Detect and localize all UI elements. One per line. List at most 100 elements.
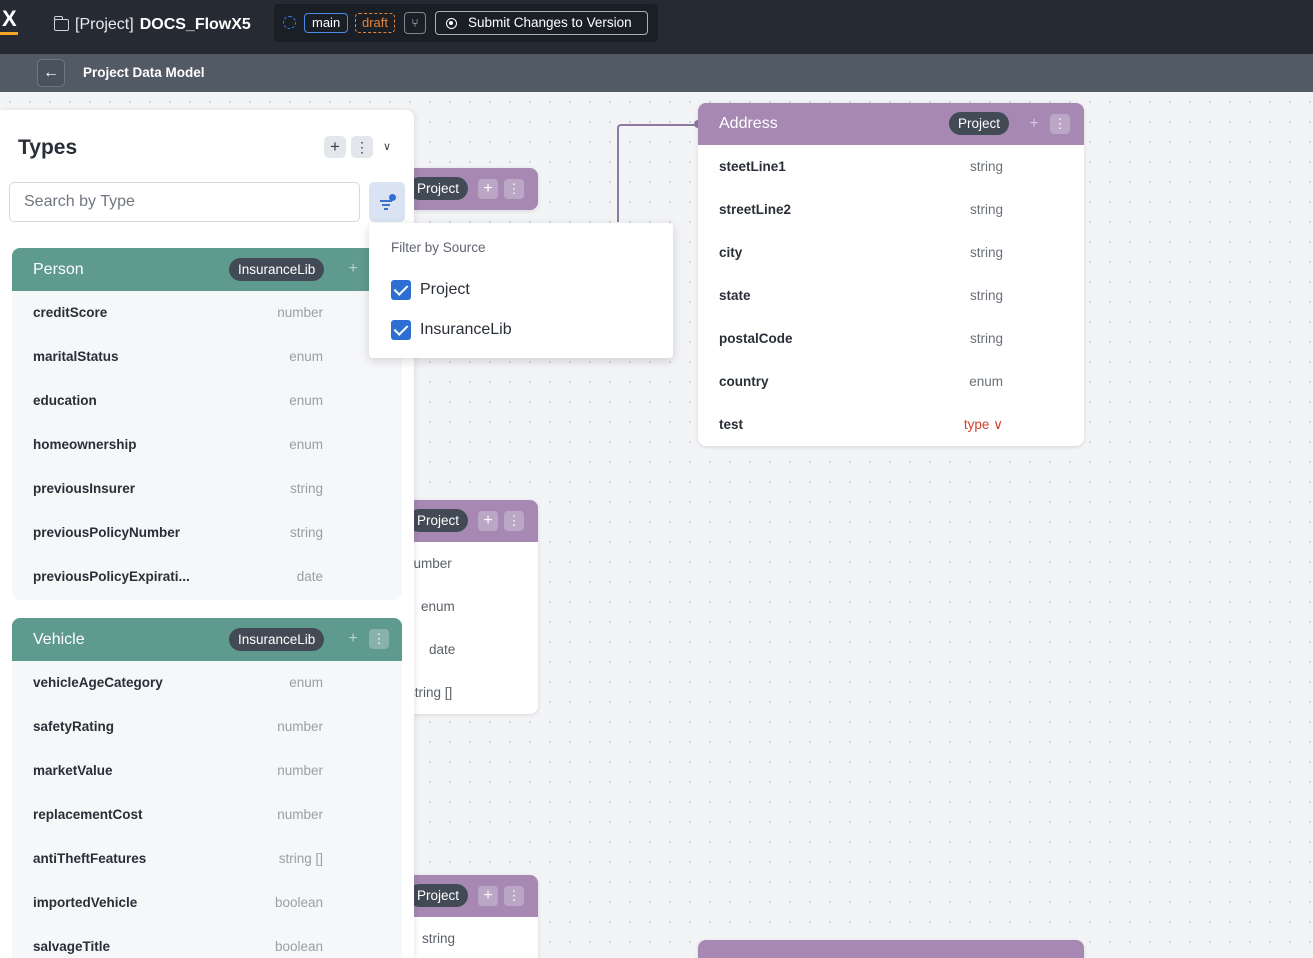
card-header: Project + ⋮ — [414, 168, 538, 210]
field-name: country — [719, 374, 769, 389]
field-row[interactable]: country enum — [698, 360, 1084, 403]
submit-changes-label: Submit Changes to Version — [468, 15, 632, 30]
checkbox-checked-icon[interactable] — [391, 280, 411, 300]
more-options-icon[interactable]: ⋮ — [504, 511, 524, 531]
relation-connector — [617, 124, 701, 222]
source-badge: Project — [414, 177, 469, 200]
field-row[interactable]: antiTheftFeatures string [] — [12, 837, 402, 881]
app-logo[interactable]: X — [0, 8, 22, 35]
type-card-partial[interactable]: Project + ⋮ string — [414, 875, 538, 958]
field-name: postalCode — [719, 331, 793, 346]
field-row[interactable]: city string — [698, 231, 1084, 274]
back-arrow-icon[interactable]: ← — [37, 59, 65, 87]
filter-option-insurancelib[interactable]: InsuranceLib — [391, 319, 512, 341]
more-options-icon[interactable]: ⋮ — [504, 886, 524, 906]
field-row[interactable]: number — [414, 542, 538, 585]
field-type: enum — [289, 393, 323, 408]
field-row[interactable]: previousPolicyExpirati... date — [12, 555, 402, 599]
field-type: number — [277, 719, 323, 734]
add-field-icon[interactable]: + — [478, 179, 498, 199]
field-type: string — [969, 202, 1003, 217]
field-type: number — [277, 807, 323, 822]
field-type: number — [414, 556, 452, 571]
type-card-person[interactable]: Person InsuranceLib + creditScore number … — [12, 248, 402, 600]
field-name: importedVehicle — [33, 895, 138, 910]
field-row[interactable]: test type ∨ — [698, 403, 1084, 446]
checkbox-checked-icon[interactable] — [391, 320, 411, 340]
field-name: previousInsurer — [33, 481, 136, 496]
field-type: enum — [289, 675, 323, 690]
branch-icon[interactable]: ⑂ — [404, 12, 426, 34]
field-name: steetLine1 — [719, 159, 786, 174]
card-header: Vehicle InsuranceLib + ⋮ — [12, 618, 402, 661]
project-title: [Project] DOCS_FlowX5 — [53, 14, 251, 36]
field-row[interactable]: homeownership enum — [12, 423, 402, 467]
field-row[interactable]: date — [414, 628, 538, 671]
more-options-icon[interactable]: ⋮ — [1050, 114, 1070, 134]
project-prefix: [Project] — [75, 16, 134, 33]
panel-more-icon[interactable]: ⋮ — [351, 136, 373, 158]
field-row[interactable]: salvageTitle boolean — [12, 925, 402, 958]
add-field-icon[interactable]: + — [1024, 114, 1044, 134]
field-row[interactable]: safetyRating number — [12, 705, 402, 749]
field-row[interactable]: importedVehicle boolean — [12, 881, 402, 925]
field-row[interactable]: maritalStatus enum — [12, 335, 402, 379]
add-field-icon[interactable]: + — [343, 629, 363, 649]
field-type: string — [289, 525, 323, 540]
card-title: Person — [33, 261, 84, 278]
filter-icon[interactable] — [369, 182, 405, 222]
field-row[interactable]: streetLine2 string — [698, 188, 1084, 231]
field-type: string — [969, 288, 1003, 303]
type-card-partial[interactable]: Project + ⋮ — [414, 168, 538, 210]
add-field-icon[interactable]: + — [478, 886, 498, 906]
sub-header: ← Project Data Model — [0, 54, 1313, 92]
search-input[interactable] — [9, 182, 360, 222]
field-row[interactable]: steetLine1 string — [698, 145, 1084, 188]
field-name: creditScore — [33, 305, 108, 320]
filter-option-project[interactable]: Project — [391, 279, 470, 301]
add-type-icon[interactable]: + — [324, 136, 346, 158]
field-name: maritalStatus — [33, 349, 119, 364]
branch-tag[interactable]: main — [304, 13, 349, 33]
field-row[interactable]: previousPolicyNumber string — [12, 511, 402, 555]
card-title: Address — [719, 115, 778, 132]
field-row[interactable]: marketValue number — [12, 749, 402, 793]
field-row[interactable]: enum — [414, 585, 538, 628]
filter-option-label: Project — [420, 281, 470, 298]
type-card-partial[interactable] — [698, 940, 1084, 958]
chevron-down-icon[interactable]: ∨ — [379, 136, 395, 158]
field-type: string — [422, 931, 456, 946]
field-row[interactable]: creditScore number — [12, 291, 402, 335]
field-type: string — [969, 245, 1003, 260]
type-card-partial[interactable]: Project + ⋮ number enum date string [] — [414, 500, 538, 714]
add-field-icon[interactable]: + — [478, 511, 498, 531]
field-row[interactable]: state string — [698, 274, 1084, 317]
type-card-address[interactable]: Address Project + ⋮ steetLine1 string str… — [698, 103, 1084, 446]
add-field-icon[interactable]: + — [343, 259, 363, 279]
folder-icon — [53, 16, 69, 31]
source-badge: InsuranceLib — [229, 258, 325, 281]
more-options-icon[interactable]: ⋮ — [504, 179, 524, 199]
field-name: replacementCost — [33, 807, 143, 822]
page-title: Project Data Model — [83, 65, 205, 80]
filter-popover: Filter by Source Project InsuranceLib — [369, 223, 673, 358]
source-badge: Project — [414, 884, 469, 907]
field-row[interactable]: string — [414, 917, 538, 958]
field-type: number — [277, 305, 323, 320]
submit-changes-button[interactable]: Submit Changes to Version — [435, 11, 648, 35]
field-row[interactable]: vehicleAgeCategory enum — [12, 661, 402, 705]
field-type: string — [969, 159, 1003, 174]
field-row[interactable]: postalCode string — [698, 317, 1084, 360]
type-select-dropdown[interactable]: type ∨ — [964, 417, 1003, 433]
source-badge: Project — [414, 509, 469, 532]
field-row[interactable]: string [] — [414, 671, 538, 714]
types-panel: Types + ⋮ ∨ Person InsuranceLib + credit… — [0, 110, 414, 958]
field-row[interactable]: replacementCost number — [12, 793, 402, 837]
field-type: string — [969, 331, 1003, 346]
field-row[interactable]: education enum — [12, 379, 402, 423]
type-card-vehicle[interactable]: Vehicle InsuranceLib + ⋮ vehicleAgeCateg… — [12, 618, 402, 958]
field-row[interactable]: previousInsurer string — [12, 467, 402, 511]
more-options-icon[interactable]: ⋮ — [369, 629, 389, 649]
field-type: enum — [969, 374, 1003, 389]
field-type: string — [289, 481, 323, 496]
